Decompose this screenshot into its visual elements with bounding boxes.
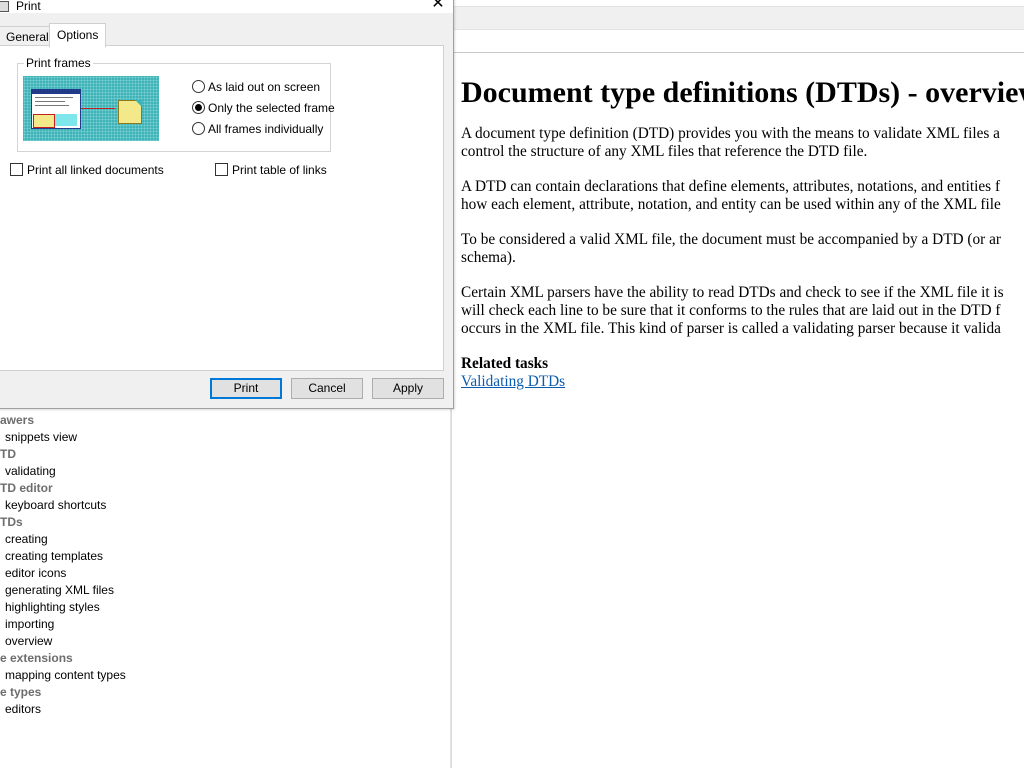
paragraph-line: how each element, attribute, notation, a… bbox=[461, 196, 1001, 213]
index-entry[interactable]: overview bbox=[0, 633, 450, 650]
document-title: Document type definitions (DTDs) - overv… bbox=[461, 76, 1024, 109]
index-heading[interactable]: e types bbox=[0, 684, 450, 701]
checkbox-label: Print all linked documents bbox=[27, 163, 164, 177]
content-divider bbox=[452, 52, 1024, 53]
preview-line bbox=[35, 105, 69, 106]
preview-other-frame bbox=[55, 114, 77, 126]
index-entry[interactable]: generating XML files bbox=[0, 582, 450, 599]
apply-button[interactable]: Apply bbox=[372, 378, 444, 399]
paragraph-4: Certain XML parsers have the ability to … bbox=[461, 284, 1024, 338]
print-dialog: Print ✕ General Options Print frames As … bbox=[0, 0, 454, 409]
preview-line bbox=[35, 101, 65, 102]
preview-window-icon bbox=[31, 89, 81, 129]
checkbox[interactable] bbox=[215, 163, 228, 176]
index-entry[interactable]: editor icons bbox=[0, 565, 450, 582]
radio-button[interactable] bbox=[192, 80, 205, 93]
preview-titlebar bbox=[32, 90, 80, 94]
tab-options[interactable]: Options bbox=[49, 23, 107, 48]
close-icon[interactable]: ✕ bbox=[423, 0, 453, 14]
index-heading[interactable]: TD bbox=[0, 446, 450, 463]
radio-button[interactable] bbox=[192, 122, 205, 135]
paragraph-line: control the structure of any XML files t… bbox=[461, 143, 868, 160]
tab-general[interactable]: General bbox=[0, 26, 56, 47]
checkbox-print-linked-documents[interactable]: Print all linked documents bbox=[10, 162, 164, 178]
index-list: awers snippets view TD validating TD edi… bbox=[0, 412, 450, 718]
checkbox-print-table-of-links[interactable]: Print table of links bbox=[215, 162, 327, 178]
print-frames-group: Print frames As laid out on screen Only … bbox=[17, 56, 335, 152]
index-entry[interactable]: creating bbox=[0, 531, 450, 548]
content-toolbar bbox=[452, 6, 1024, 30]
paragraph-line: A document type definition (DTD) provide… bbox=[461, 125, 1000, 142]
print-frames-legend: Print frames bbox=[24, 56, 93, 70]
index-entry[interactable]: creating templates bbox=[0, 548, 450, 565]
paragraph-line: Certain XML parsers have the ability to … bbox=[461, 284, 1004, 301]
paragraph-line: A DTD can contain declarations that defi… bbox=[461, 178, 1001, 195]
dialog-title-bar[interactable]: Print ✕ bbox=[0, 0, 453, 13]
radio-button-selected[interactable] bbox=[192, 101, 205, 114]
dialog-title: Print bbox=[16, 0, 41, 13]
checkbox-label: Print table of links bbox=[232, 163, 327, 177]
radio-selected-frame[interactable]: Only the selected frame bbox=[192, 100, 335, 116]
radio-label: All frames individually bbox=[208, 122, 324, 136]
index-heading[interactable]: TDs bbox=[0, 514, 450, 531]
index-entry[interactable]: editors bbox=[0, 701, 450, 718]
index-entry[interactable]: importing bbox=[0, 616, 450, 633]
paragraph-3: To be considered a valid XML file, the d… bbox=[461, 231, 1024, 267]
print-button[interactable]: Print bbox=[210, 378, 282, 399]
frames-preview-illustration bbox=[23, 76, 159, 141]
paragraph-1: A document type definition (DTD) provide… bbox=[461, 125, 1024, 161]
cancel-button[interactable]: Cancel bbox=[291, 378, 363, 399]
paragraph-line: To be considered a valid XML file, the d… bbox=[461, 231, 1001, 248]
paragraph-line: schema). bbox=[461, 249, 516, 266]
preview-arrow bbox=[81, 108, 115, 109]
options-tab-page: Print frames As laid out on screen Only … bbox=[0, 45, 444, 371]
radio-as-laid-out[interactable]: As laid out on screen bbox=[192, 79, 320, 95]
printer-icon bbox=[0, 1, 9, 12]
help-content-pane: Document type definitions (DTDs) - overv… bbox=[451, 0, 1024, 768]
preview-selected-frame bbox=[33, 114, 55, 128]
preview-printed-page-icon bbox=[118, 100, 142, 124]
index-entry[interactable]: keyboard shortcuts bbox=[0, 497, 450, 514]
paragraph-line: will check each line to be sure that it … bbox=[461, 302, 1001, 319]
index-entry[interactable]: snippets view bbox=[0, 429, 450, 446]
index-heading[interactable]: awers bbox=[0, 412, 450, 429]
validating-dtds-link[interactable]: Validating DTDs bbox=[461, 373, 565, 390]
index-entry[interactable]: validating bbox=[0, 463, 450, 480]
related-tasks-heading: Related tasks bbox=[461, 355, 549, 372]
radio-label: As laid out on screen bbox=[208, 80, 321, 94]
checkbox[interactable] bbox=[10, 163, 23, 176]
index-heading[interactable]: e extensions bbox=[0, 650, 450, 667]
index-entry[interactable]: mapping content types bbox=[0, 667, 450, 684]
paragraph-2: A DTD can contain declarations that defi… bbox=[461, 178, 1024, 214]
paragraph-line: occurs in the XML file. This kind of par… bbox=[461, 320, 1001, 337]
help-document: Document type definitions (DTDs) - overv… bbox=[461, 76, 1024, 391]
radio-label: Only the selected frame bbox=[208, 101, 335, 115]
radio-all-frames[interactable]: All frames individually bbox=[192, 121, 323, 137]
preview-line bbox=[35, 97, 73, 98]
index-heading[interactable]: TD editor bbox=[0, 480, 450, 497]
index-entry[interactable]: highlighting styles bbox=[0, 599, 450, 616]
